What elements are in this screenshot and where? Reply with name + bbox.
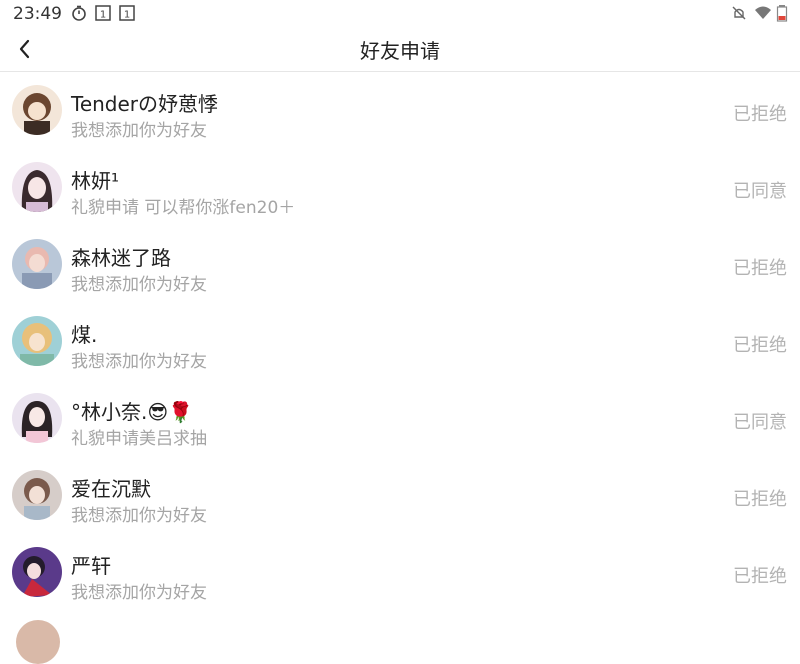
request-status: 已同意	[733, 181, 787, 202]
avatar[interactable]	[12, 85, 62, 135]
timer-icon	[70, 4, 88, 26]
request-message: 我想添加你为好友	[71, 121, 207, 141]
requester-name: 森林迷了路	[71, 246, 171, 270]
svg-text:1: 1	[100, 10, 106, 21]
request-status: 已拒绝	[733, 335, 787, 356]
friend-request-row[interactable]: Tenderの妤葸悸 我想添加你为好友 已拒绝	[0, 72, 800, 149]
request-status: 已拒绝	[733, 566, 787, 587]
friend-request-row[interactable]: 煤. 我想添加你为好友 已拒绝	[0, 303, 800, 380]
friend-request-row[interactable]: 严轩 我想添加你为好友 已拒绝	[0, 534, 800, 611]
friend-request-row[interactable]: 林妍¹ 礼貌申请 可以帮你涨fen20＋ 已同意	[0, 149, 800, 226]
friend-request-list: Tenderの妤葸悸 我想添加你为好友 已拒绝 林妍¹ 礼貌申请 可以帮你涨fe…	[0, 72, 800, 611]
svg-text:1: 1	[124, 10, 130, 21]
requester-name: 爱在沉默	[71, 477, 151, 501]
friend-request-row[interactable]: °林小奈.😎🌹 礼貌申请美吕求抽 已同意	[0, 380, 800, 457]
requester-name: 严轩	[71, 554, 111, 578]
avatar[interactable]	[12, 239, 62, 289]
request-message: 我想添加你为好友	[71, 506, 207, 526]
requester-name: Tenderの妤葸悸	[71, 92, 219, 116]
avatar[interactable]	[16, 620, 60, 664]
avatar[interactable]	[12, 162, 62, 212]
requester-name: 林妍¹	[71, 169, 120, 193]
request-message: 我想添加你为好友	[71, 583, 207, 603]
avatar[interactable]	[12, 547, 62, 597]
friend-request-row[interactable]: 爱在沉默 我想添加你为好友 已拒绝	[0, 457, 800, 534]
status-bar: 23:49 1 1	[0, 0, 800, 26]
requester-name: 煤.	[71, 323, 98, 347]
avatar[interactable]	[12, 316, 62, 366]
request-message: 我想添加你为好友	[71, 352, 207, 372]
request-message: 我想添加你为好友	[71, 275, 207, 295]
avatar[interactable]	[12, 470, 62, 520]
status-time: 23:49	[13, 4, 62, 24]
request-status: 已拒绝	[733, 104, 787, 125]
notification-badge-icon: 1	[118, 4, 136, 26]
notification-badge-icon: 1	[94, 4, 112, 26]
request-status: 已同意	[733, 412, 787, 433]
avatar[interactable]	[12, 393, 62, 443]
request-message: 礼貌申请美吕求抽	[71, 429, 207, 449]
mute-icon	[730, 4, 748, 26]
page-title: 好友申请	[360, 39, 440, 63]
request-message: 礼貌申请 可以帮你涨fen20＋	[71, 198, 296, 218]
request-status: 已拒绝	[733, 258, 787, 279]
friend-request-row[interactable]: 森林迷了路 我想添加你为好友 已拒绝	[0, 226, 800, 303]
request-status: 已拒绝	[733, 489, 787, 510]
requester-name: °林小奈.😎🌹	[71, 400, 194, 424]
app-header: 好友申请	[0, 26, 800, 72]
battery-low-icon	[776, 4, 788, 26]
wifi-icon	[754, 4, 772, 26]
